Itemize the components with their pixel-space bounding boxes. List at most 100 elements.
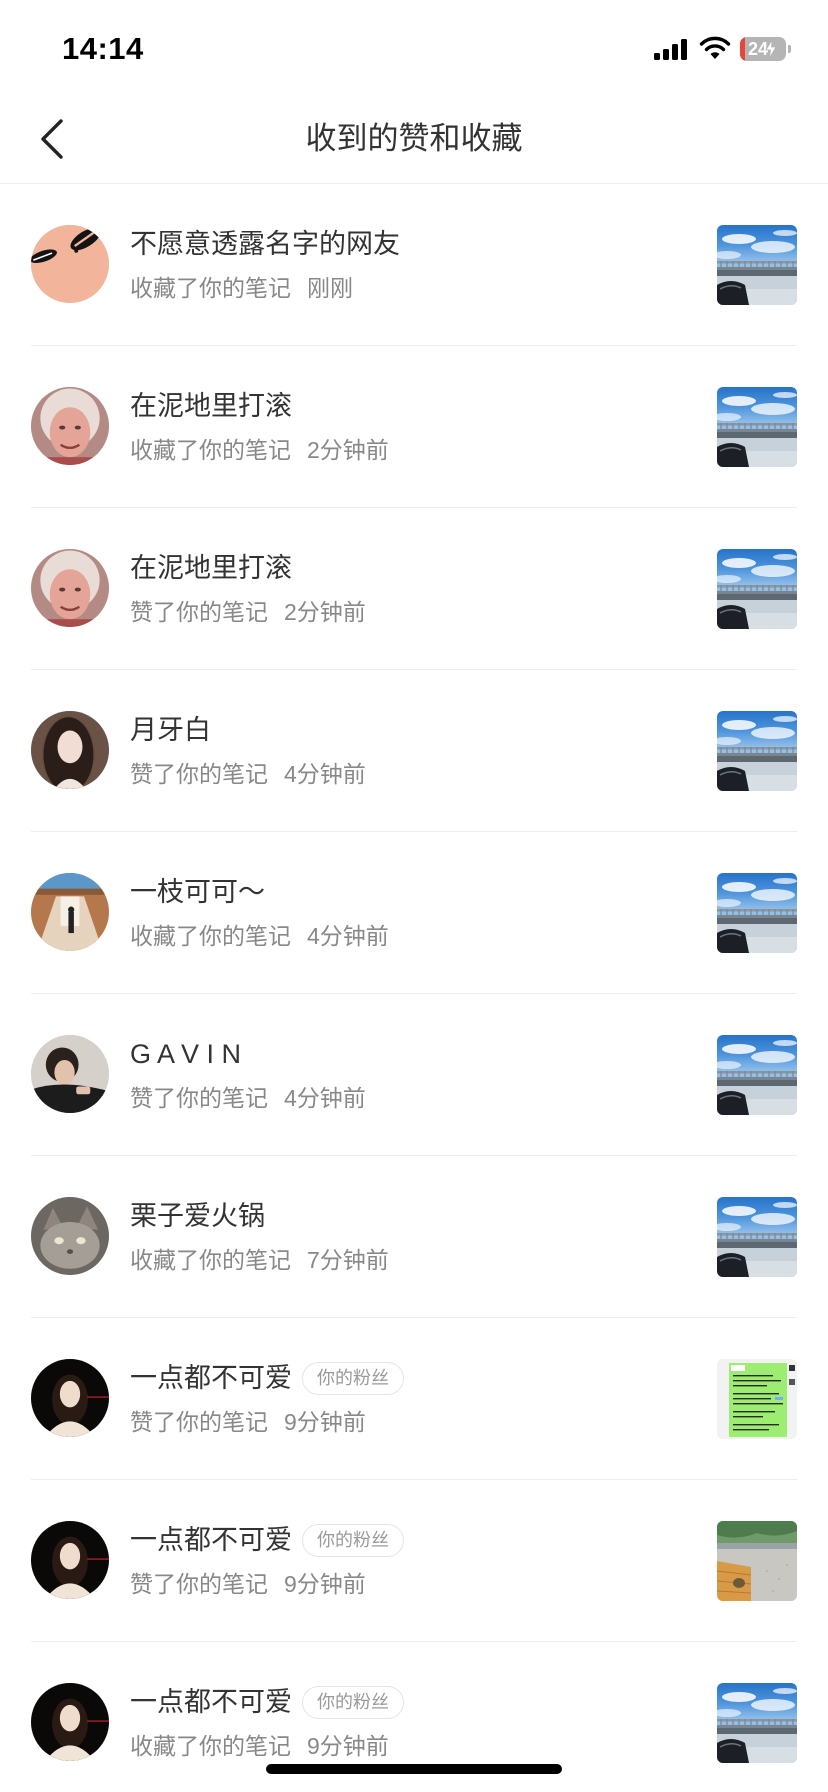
note-thumbnail[interactable] xyxy=(717,387,797,467)
notification-list: 不愿意透露名字的网友 收藏了你的笔记 刚刚 在泥地里打滚 收藏了你的笔记 2分钟前 在泥地里… xyxy=(0,184,828,1792)
action-text: 赞了你的笔记 xyxy=(130,761,268,787)
action-text: 收藏了你的笔记 xyxy=(130,1733,291,1759)
notification-item[interactable]: 在泥地里打滚收藏了你的笔记 2分钟前 xyxy=(0,346,828,508)
activity-line: 赞了你的笔记 9分钟前 xyxy=(130,1569,700,1599)
time-ago: 4分钟前 xyxy=(284,761,366,787)
time-ago: 4分钟前 xyxy=(284,1085,366,1111)
user-name[interactable]: 月牙白 xyxy=(130,713,211,747)
note-thumbnail[interactable] xyxy=(717,1521,797,1601)
name-line: 一点都不可爱 你的粉丝 xyxy=(130,1685,700,1719)
user-name[interactable]: 一点都不可爱 xyxy=(130,1361,292,1395)
note-thumbnail[interactable] xyxy=(717,1197,797,1277)
name-line: 栗子爱火锅 xyxy=(130,1199,700,1233)
activity-line: 收藏了你的笔记 2分钟前 xyxy=(130,435,700,465)
user-name[interactable]: 一点都不可爱 xyxy=(130,1685,292,1719)
name-line: 月牙白 xyxy=(130,713,700,747)
chevron-left-icon xyxy=(30,119,76,165)
notification-item[interactable]: 在泥地里打滚赞了你的笔记 2分钟前 xyxy=(0,508,828,670)
action-text: 赞了你的笔记 xyxy=(130,1085,268,1111)
user-name[interactable]: 一枝可可～ xyxy=(130,875,265,909)
notification-item[interactable]: 一枝可可～ 收藏了你的笔记 4分钟前 xyxy=(0,832,828,994)
activity-line: 赞了你的笔记 2分钟前 xyxy=(130,597,700,627)
user-avatar[interactable] xyxy=(31,1035,109,1113)
user-avatar[interactable] xyxy=(31,1197,109,1275)
activity-line: 收藏了你的笔记 7分钟前 xyxy=(130,1245,700,1275)
time-ago: 9分钟前 xyxy=(307,1733,389,1759)
notification-text: 一点都不可爱 你的粉丝赞了你的笔记 9分钟前 xyxy=(130,1523,700,1599)
note-thumbnail[interactable] xyxy=(717,873,797,953)
notification-item[interactable]: 一点都不可爱 你的粉丝赞了你的笔记 9分钟前 xyxy=(0,1480,828,1642)
action-text: 收藏了你的笔记 xyxy=(130,275,291,301)
user-name[interactable]: 在泥地里打滚 xyxy=(130,551,292,585)
user-avatar[interactable] xyxy=(31,549,109,627)
user-name[interactable]: 一点都不可爱 xyxy=(130,1523,292,1557)
home-indicator[interactable] xyxy=(266,1764,562,1774)
activity-line: 赞了你的笔记 9分钟前 xyxy=(130,1407,700,1437)
user-avatar[interactable] xyxy=(31,1521,109,1599)
notification-item[interactable]: G A V I N 赞了你的笔记 4分钟前 xyxy=(0,994,828,1156)
time-ago: 刚刚 xyxy=(307,275,353,301)
notification-text: 一枝可可～ 收藏了你的笔记 4分钟前 xyxy=(130,875,700,951)
name-line: 一点都不可爱 你的粉丝 xyxy=(130,1523,700,1557)
note-thumbnail[interactable] xyxy=(717,1359,797,1439)
user-avatar[interactable] xyxy=(31,873,109,951)
action-text: 收藏了你的笔记 xyxy=(130,437,291,463)
user-avatar[interactable] xyxy=(31,225,109,303)
cellular-signal-icon xyxy=(654,38,688,60)
time-ago: 2分钟前 xyxy=(307,437,389,463)
user-avatar[interactable] xyxy=(31,1683,109,1761)
name-line: 不愿意透露名字的网友 xyxy=(130,227,700,261)
user-avatar[interactable] xyxy=(31,711,109,789)
name-line: 一枝可可～ xyxy=(130,875,700,909)
action-text: 赞了你的笔记 xyxy=(130,599,268,625)
action-text: 赞了你的笔记 xyxy=(130,1409,268,1435)
notification-item[interactable]: 栗子爱火锅收藏了你的笔记 7分钟前 xyxy=(0,1156,828,1318)
fan-badge: 你的粉丝 xyxy=(302,1523,404,1557)
name-line: 一点都不可爱 你的粉丝 xyxy=(130,1361,700,1395)
notification-text: 在泥地里打滚赞了你的笔记 2分钟前 xyxy=(130,551,700,627)
notification-text: 不愿意透露名字的网友收藏了你的笔记 刚刚 xyxy=(130,227,700,303)
battery-icon: 24 xyxy=(740,37,792,61)
fan-badge: 你的粉丝 xyxy=(302,1361,404,1395)
battery-cap xyxy=(788,45,791,53)
notification-item[interactable]: 月牙白赞了你的笔记 4分钟前 xyxy=(0,670,828,832)
user-name[interactable]: 在泥地里打滚 xyxy=(130,389,292,423)
activity-line: 赞了你的笔记 4分钟前 xyxy=(130,1083,700,1113)
notification-item[interactable]: 不愿意透露名字的网友收藏了你的笔记 刚刚 xyxy=(0,184,828,346)
notification-item[interactable]: 一点都不可爱 你的粉丝赞了你的笔记 9分钟前 xyxy=(0,1318,828,1480)
fan-badge: 你的粉丝 xyxy=(302,1685,404,1719)
notification-text: 月牙白赞了你的笔记 4分钟前 xyxy=(130,713,700,789)
battery-body: 24 xyxy=(740,37,786,61)
activity-line: 收藏了你的笔记 9分钟前 xyxy=(130,1731,700,1761)
notification-text: 栗子爱火锅收藏了你的笔记 7分钟前 xyxy=(130,1199,700,1275)
note-thumbnail[interactable] xyxy=(717,711,797,791)
activity-line: 收藏了你的笔记 刚刚 xyxy=(130,273,700,303)
note-thumbnail[interactable] xyxy=(717,1035,797,1115)
name-line: 在泥地里打滚 xyxy=(130,389,700,423)
user-name[interactable]: 栗子爱火锅 xyxy=(130,1199,265,1233)
page-title: 收到的赞和收藏 xyxy=(305,121,523,156)
time-ago: 9分钟前 xyxy=(284,1571,366,1597)
battery-level xyxy=(740,37,745,61)
status-time: 14:14 xyxy=(62,31,144,66)
user-avatar[interactable] xyxy=(31,387,109,465)
time-ago: 9分钟前 xyxy=(284,1409,366,1435)
notification-text: 一点都不可爱 你的粉丝 收藏了你的笔记 9分钟前 xyxy=(130,1685,700,1761)
note-thumbnail[interactable] xyxy=(717,1683,797,1763)
note-thumbnail[interactable] xyxy=(717,549,797,629)
status-bar: 14:14 24 xyxy=(0,0,828,94)
back-button[interactable] xyxy=(30,116,76,162)
notification-text: 一点都不可爱 你的粉丝赞了你的笔记 9分钟前 xyxy=(130,1361,700,1437)
time-ago: 2分钟前 xyxy=(284,599,366,625)
activity-line: 收藏了你的笔记 4分钟前 xyxy=(130,921,700,951)
wifi-icon xyxy=(699,36,731,60)
name-line: 在泥地里打滚 xyxy=(130,551,700,585)
note-thumbnail[interactable] xyxy=(717,225,797,305)
notification-text: 在泥地里打滚收藏了你的笔记 2分钟前 xyxy=(130,389,700,465)
action-text: 赞了你的笔记 xyxy=(130,1571,268,1597)
user-name[interactable]: G A V I N xyxy=(130,1037,241,1071)
charging-bolt-icon xyxy=(765,39,777,59)
user-name[interactable]: 不愿意透露名字的网友 xyxy=(130,227,400,261)
notification-text: G A V I N 赞了你的笔记 4分钟前 xyxy=(130,1037,700,1113)
user-avatar[interactable] xyxy=(31,1359,109,1437)
